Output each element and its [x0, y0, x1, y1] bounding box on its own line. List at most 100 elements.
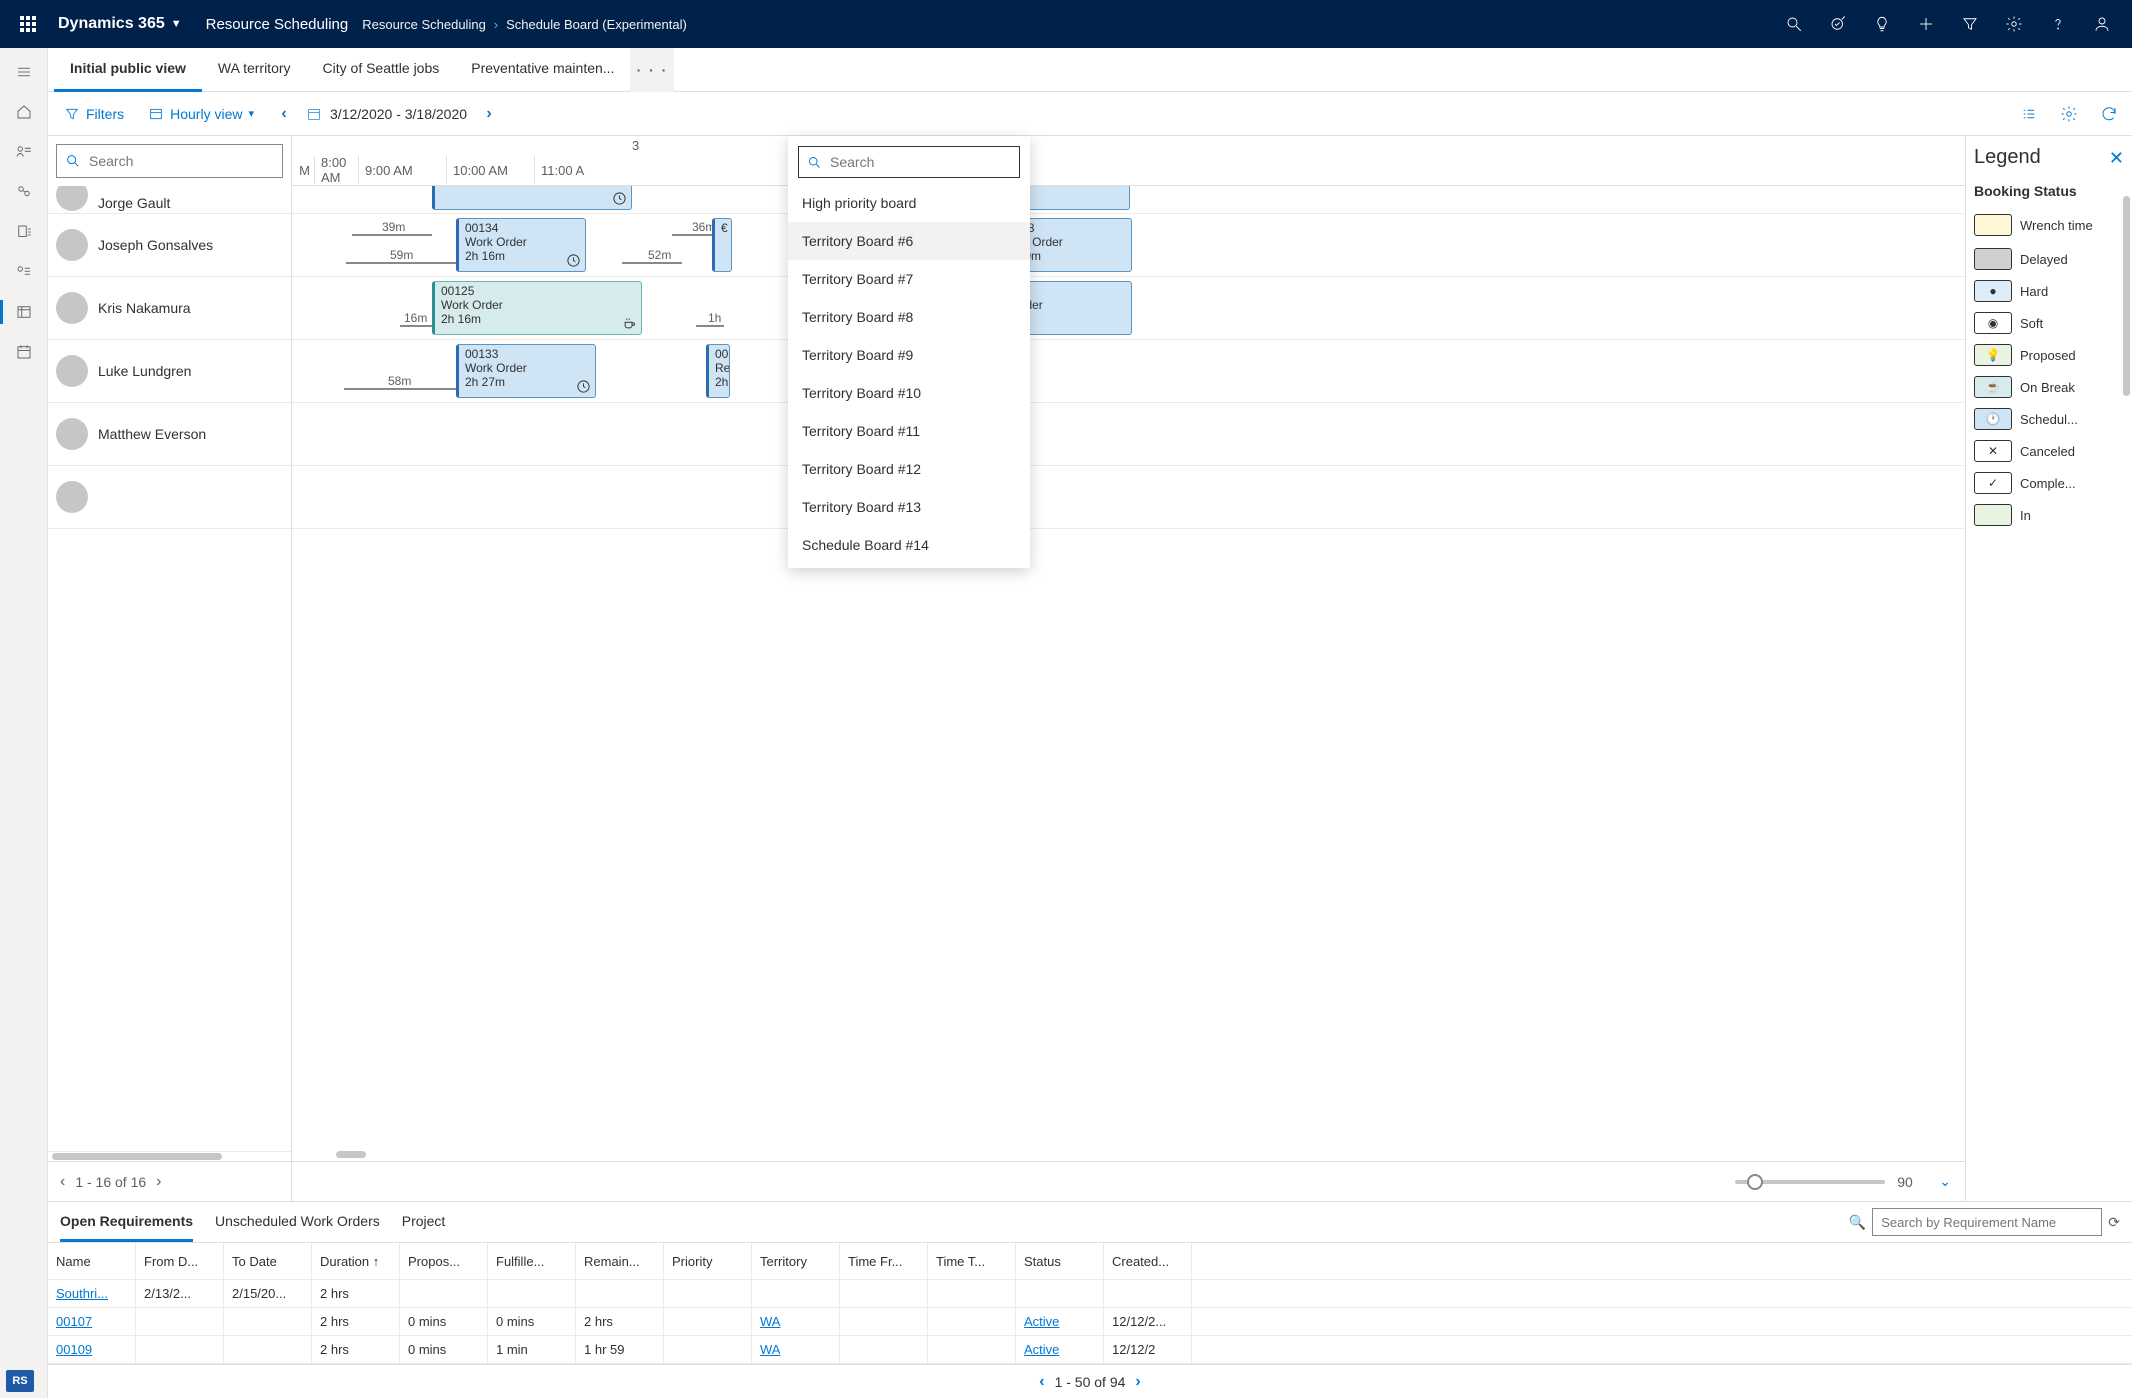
- dropdown-item[interactable]: High priority board: [788, 184, 1030, 222]
- grid-prev[interactable]: ‹: [1039, 1373, 1044, 1391]
- dropdown-item[interactable]: Territory Board #6: [788, 222, 1030, 260]
- people-link-icon[interactable]: [0, 172, 48, 212]
- table-row[interactable]: Southri...2/13/2...2/15/20...2 hrs: [48, 1280, 2132, 1308]
- settings-icon[interactable]: [1992, 0, 2036, 48]
- booking[interactable]: 00Re2h: [706, 344, 730, 398]
- dropdown-search-input[interactable]: [830, 154, 1011, 170]
- column-header[interactable]: Created...: [1104, 1243, 1192, 1279]
- cell[interactable]: WA: [752, 1308, 840, 1335]
- tab-overflow-button[interactable]: · · ·: [630, 48, 674, 92]
- lightbulb-icon[interactable]: [1860, 0, 1904, 48]
- resource-row[interactable]: [48, 466, 291, 529]
- breadcrumb-1[interactable]: Resource Scheduling: [362, 17, 486, 32]
- requirements-search-input[interactable]: [1872, 1208, 2102, 1236]
- column-header[interactable]: Status: [1016, 1243, 1104, 1279]
- cell[interactable]: 00107: [48, 1308, 136, 1335]
- zoom-slider[interactable]: [1735, 1180, 1885, 1184]
- refresh-icon[interactable]: ⟳: [2108, 1214, 2120, 1231]
- user-icon[interactable]: [2080, 0, 2124, 48]
- timeline-hscroll[interactable]: [292, 1151, 1965, 1161]
- breadcrumb-2[interactable]: Schedule Board (Experimental): [506, 17, 687, 32]
- task-icon[interactable]: [1816, 0, 1860, 48]
- dropdown-item[interactable]: Territory Board #13: [788, 488, 1030, 526]
- filter-icon[interactable]: [1948, 0, 1992, 48]
- hamburger-icon[interactable]: [0, 52, 48, 92]
- column-header[interactable]: Territory: [752, 1243, 840, 1279]
- schedule-board-icon[interactable]: [0, 292, 48, 332]
- add-icon[interactable]: [1904, 0, 1948, 48]
- column-header[interactable]: To Date: [224, 1243, 312, 1279]
- list-view-icon[interactable]: [2014, 99, 2044, 129]
- cell[interactable]: WA: [752, 1336, 840, 1363]
- cell[interactable]: Active: [1016, 1336, 1104, 1363]
- filters-button[interactable]: Filters: [56, 102, 132, 126]
- cell[interactable]: Active: [1016, 1308, 1104, 1335]
- table-row[interactable]: 001072 hrs0 mins0 mins2 hrsWAActive12/12…: [48, 1308, 2132, 1336]
- cell[interactable]: 00109: [48, 1336, 136, 1363]
- dropdown-search[interactable]: [798, 146, 1020, 178]
- rs-badge[interactable]: RS: [6, 1370, 34, 1392]
- resource-row[interactable]: Matthew Everson: [48, 403, 291, 466]
- resource-search[interactable]: [56, 144, 283, 178]
- close-icon[interactable]: ✕: [2109, 148, 2124, 169]
- home-icon[interactable]: [0, 92, 48, 132]
- dropdown-item[interactable]: Territory Board #11: [788, 412, 1030, 450]
- bottom-tab[interactable]: Open Requirements: [60, 1202, 193, 1242]
- column-header[interactable]: Time T...: [928, 1243, 1016, 1279]
- tab-2[interactable]: City of Seattle jobs: [307, 48, 456, 92]
- calendar-icon[interactable]: [0, 332, 48, 372]
- pager-prev[interactable]: ‹: [60, 1173, 65, 1191]
- prev-range-button[interactable]: ‹: [270, 100, 298, 128]
- resource-row[interactable]: Luke Lundgren: [48, 340, 291, 403]
- column-header[interactable]: From D...: [136, 1243, 224, 1279]
- dropdown-item[interactable]: Territory Board #7: [788, 260, 1030, 298]
- bottom-tab[interactable]: Project: [402, 1202, 446, 1242]
- booking[interactable]: 00134Work Order2h 16m: [456, 218, 586, 272]
- collapse-icon[interactable]: ⌄: [1939, 1173, 1951, 1190]
- search-icon[interactable]: 🔍: [1849, 1214, 1866, 1231]
- dropdown-item[interactable]: Schedule Board #14: [788, 526, 1030, 564]
- table-row[interactable]: 001092 hrs0 mins1 min1 hr 59WAActive12/1…: [48, 1336, 2132, 1364]
- booking[interactable]: €: [712, 218, 732, 272]
- view-mode-button[interactable]: Hourly view ▾: [140, 102, 262, 126]
- bottom-tab[interactable]: Unscheduled Work Orders: [215, 1202, 380, 1242]
- search-icon[interactable]: [1772, 0, 1816, 48]
- tab-3[interactable]: Preventative mainten...: [455, 48, 630, 92]
- next-range-button[interactable]: ›: [475, 100, 503, 128]
- resource-row[interactable]: Joseph Gonsalves: [48, 214, 291, 277]
- column-header[interactable]: Time Fr...: [840, 1243, 928, 1279]
- column-header[interactable]: Name: [48, 1243, 136, 1279]
- doc-list-icon[interactable]: [0, 212, 48, 252]
- people-list-icon[interactable]: [0, 132, 48, 172]
- dropdown-item[interactable]: Territory Board #9: [788, 336, 1030, 374]
- tab-0[interactable]: Initial public view: [54, 48, 202, 92]
- dropdown-item[interactable]: Territory Board #12: [788, 450, 1030, 488]
- dropdown-item[interactable]: Territory Board #10: [788, 374, 1030, 412]
- booking[interactable]: 00125Work Order2h 16m: [432, 281, 642, 335]
- resource-hscroll[interactable]: [48, 1151, 291, 1161]
- booking[interactable]: Work Order2h 38m: [432, 186, 632, 210]
- legend-scrollbar[interactable]: [2123, 196, 2130, 396]
- column-header[interactable]: Fulfille...: [488, 1243, 576, 1279]
- column-header[interactable]: Priority: [664, 1243, 752, 1279]
- app-launcher[interactable]: [8, 0, 48, 48]
- booking[interactable]: 00133Work Order2h 27m: [456, 344, 596, 398]
- column-header[interactable]: Remain...: [576, 1243, 664, 1279]
- date-range[interactable]: 3/12/2020 - 3/18/2020: [306, 106, 467, 122]
- brand[interactable]: Dynamics 365 ▼: [48, 15, 192, 33]
- refresh-icon[interactable]: [2094, 99, 2124, 129]
- column-header[interactable]: Propos...: [400, 1243, 488, 1279]
- resource-search-input[interactable]: [89, 153, 274, 169]
- resource-row[interactable]: Jorge Gault: [48, 186, 291, 214]
- board-settings-icon[interactable]: [2054, 99, 2084, 129]
- help-icon[interactable]: [2036, 0, 2080, 48]
- resource-row[interactable]: Kris Nakamura: [48, 277, 291, 340]
- pager-next[interactable]: ›: [156, 1173, 161, 1191]
- grid-next[interactable]: ›: [1135, 1373, 1140, 1391]
- app-name[interactable]: Resource Scheduling: [192, 16, 363, 33]
- dropdown-item[interactable]: Territory Board #8: [788, 298, 1030, 336]
- tab-1[interactable]: WA territory: [202, 48, 307, 92]
- cell[interactable]: Southri...: [48, 1280, 136, 1307]
- column-header[interactable]: Duration ↑: [312, 1243, 400, 1279]
- people-list2-icon[interactable]: [0, 252, 48, 292]
